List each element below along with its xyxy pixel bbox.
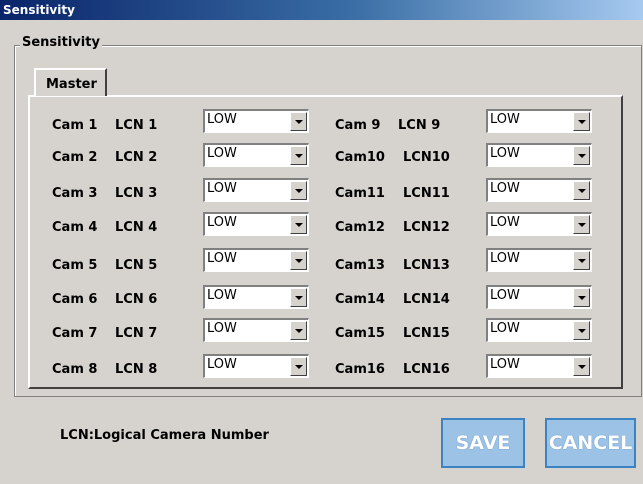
lcn-label: LCN 9 xyxy=(398,118,441,133)
cam-label: Cam 9 xyxy=(335,118,381,133)
select-value: LOW xyxy=(207,215,237,230)
chevron-down-icon[interactable] xyxy=(290,288,307,307)
chevron-down-icon[interactable] xyxy=(573,321,590,340)
select-value: LOW xyxy=(207,321,237,336)
sensitivity-select-cam10[interactable]: LOW xyxy=(486,143,592,167)
chevron-down-icon[interactable] xyxy=(573,288,590,307)
lcn-label: LCN 4 xyxy=(115,220,158,235)
tab-master[interactable]: Master xyxy=(34,68,107,96)
select-value: LOW xyxy=(490,251,520,266)
save-button[interactable]: SAVE xyxy=(441,418,525,468)
lcn-label: LCN 2 xyxy=(115,150,158,165)
select-value: LOW xyxy=(490,181,520,196)
sensitivity-select-cam16[interactable]: LOW xyxy=(486,354,592,378)
sensitivity-select-cam1[interactable]: LOW xyxy=(203,109,309,133)
sensitivity-select-cam14[interactable]: LOW xyxy=(486,285,592,309)
select-value: LOW xyxy=(490,288,520,303)
select-value: LOW xyxy=(207,357,237,372)
sensitivity-select-cam15[interactable]: LOW xyxy=(486,318,592,342)
cam-label: Cam12 xyxy=(335,220,385,235)
lcn-label: LCN 5 xyxy=(115,258,158,273)
select-value: LOW xyxy=(490,215,520,230)
lcn-footnote: LCN:Logical Camera Number xyxy=(60,428,269,443)
chevron-down-icon[interactable] xyxy=(573,357,590,376)
tab-master-label: Master xyxy=(46,77,97,92)
cam-label: Cam 7 xyxy=(52,326,98,341)
cam-label: Cam11 xyxy=(335,186,385,201)
groupbox-label: Sensitivity xyxy=(20,35,102,50)
lcn-label: LCN10 xyxy=(403,150,450,165)
lcn-label: LCN14 xyxy=(403,292,450,307)
lcn-label: LCN 7 xyxy=(115,326,158,341)
lcn-label: LCN15 xyxy=(403,326,450,341)
lcn-label: LCN16 xyxy=(403,362,450,377)
select-value: LOW xyxy=(207,112,237,127)
title-bar[interactable]: Sensitivity xyxy=(0,0,643,20)
sensitivity-select-cam12[interactable]: LOW xyxy=(486,212,592,236)
sensitivity-select-cam7[interactable]: LOW xyxy=(203,318,309,342)
sensitivity-select-cam2[interactable]: LOW xyxy=(203,143,309,167)
sensitivity-select-cam3[interactable]: LOW xyxy=(203,178,309,202)
cam-label: Cam14 xyxy=(335,292,385,307)
lcn-label: LCN12 xyxy=(403,220,450,235)
chevron-down-icon[interactable] xyxy=(290,321,307,340)
cam-label: Cam 5 xyxy=(52,258,98,273)
chevron-down-icon[interactable] xyxy=(290,112,307,131)
select-value: LOW xyxy=(207,288,237,303)
chevron-down-icon[interactable] xyxy=(573,251,590,270)
select-value: LOW xyxy=(207,251,237,266)
sensitivity-select-cam9[interactable]: LOW xyxy=(486,109,592,133)
chevron-down-icon[interactable] xyxy=(290,357,307,376)
sensitivity-select-cam6[interactable]: LOW xyxy=(203,285,309,309)
lcn-label: LCN 6 xyxy=(115,292,158,307)
lcn-label: LCN 8 xyxy=(115,362,158,377)
cam-label: Cam13 xyxy=(335,258,385,273)
chevron-down-icon[interactable] xyxy=(573,146,590,165)
lcn-label: LCN 1 xyxy=(115,118,158,133)
window-title: Sensitivity xyxy=(3,3,75,17)
lcn-label: LCN11 xyxy=(403,186,450,201)
sensitivity-select-cam4[interactable]: LOW xyxy=(203,212,309,236)
cam-label: Cam16 xyxy=(335,362,385,377)
cam-label: Cam 2 xyxy=(52,150,98,165)
cam-label: Cam 4 xyxy=(52,220,98,235)
chevron-down-icon[interactable] xyxy=(573,181,590,200)
chevron-down-icon[interactable] xyxy=(290,181,307,200)
sensitivity-select-cam11[interactable]: LOW xyxy=(486,178,592,202)
sensitivity-select-cam13[interactable]: LOW xyxy=(486,248,592,272)
lcn-label: LCN13 xyxy=(403,258,450,273)
chevron-down-icon[interactable] xyxy=(290,215,307,234)
chevron-down-icon[interactable] xyxy=(573,112,590,131)
chevron-down-icon[interactable] xyxy=(290,251,307,270)
cam-label: Cam 8 xyxy=(52,362,98,377)
cancel-button[interactable]: CANCEL xyxy=(545,418,636,468)
select-value: LOW xyxy=(207,146,237,161)
cam-label: Cam10 xyxy=(335,150,385,165)
select-value: LOW xyxy=(490,112,520,127)
cam-label: Cam 1 xyxy=(52,118,98,133)
lcn-label: LCN 3 xyxy=(115,186,158,201)
cam-label: Cam15 xyxy=(335,326,385,341)
select-value: LOW xyxy=(207,181,237,196)
chevron-down-icon[interactable] xyxy=(290,146,307,165)
sensitivity-select-cam8[interactable]: LOW xyxy=(203,354,309,378)
select-value: LOW xyxy=(490,146,520,161)
tab-panel-master xyxy=(28,95,623,389)
cam-label: Cam 6 xyxy=(52,292,98,307)
cam-label: Cam 3 xyxy=(52,186,98,201)
sensitivity-select-cam5[interactable]: LOW xyxy=(203,248,309,272)
select-value: LOW xyxy=(490,357,520,372)
sensitivity-window: Sensitivity Sensitivity Master Cam 1 LCN… xyxy=(0,0,643,484)
select-value: LOW xyxy=(490,321,520,336)
chevron-down-icon[interactable] xyxy=(573,215,590,234)
